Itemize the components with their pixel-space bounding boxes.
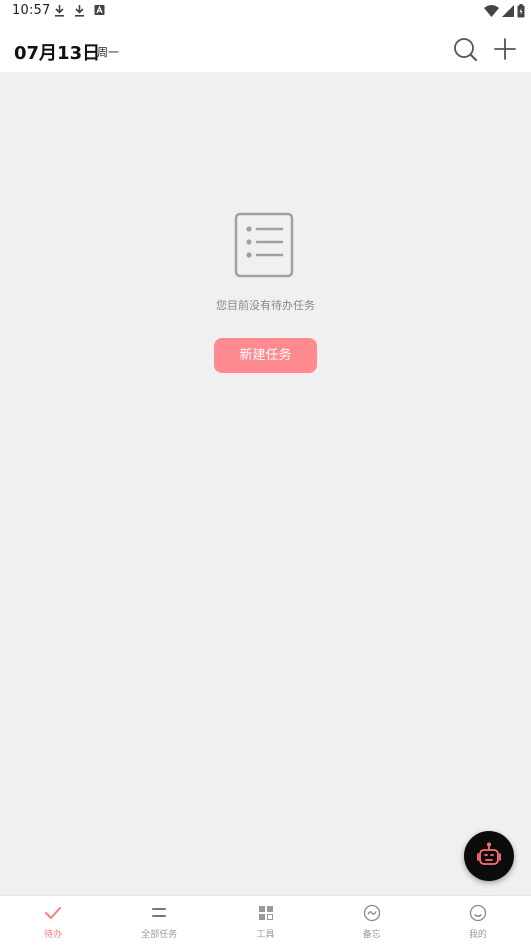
nav-item-memo[interactable]: 备忘 (319, 896, 425, 945)
app-notification-icon (94, 5, 105, 15)
nav-item-tools[interactable]: 工具 (212, 896, 318, 945)
bottom-nav: 待办 全部任务 工具 备忘 我的 (0, 895, 531, 945)
current-date: 07月13日 (14, 43, 101, 64)
status-bar: 10:57 (0, 0, 531, 24)
nav-label: 待办 (44, 930, 63, 940)
nav-label: 工具 (256, 930, 275, 940)
status-time: 10:57 (12, 3, 51, 18)
nav-label: 备忘 (362, 930, 381, 940)
system-icons (484, 4, 525, 18)
new-task-button[interactable]: 新建任务 (214, 338, 317, 373)
nav-label: 我的 (468, 930, 487, 940)
nav-label: 全部任务 (141, 930, 178, 940)
wifi-icon (484, 5, 499, 17)
notification-icons (54, 4, 105, 17)
search-button[interactable] (452, 36, 478, 62)
signal-icon (502, 5, 514, 17)
empty-list-icon (234, 212, 294, 278)
plus-icon (494, 38, 516, 60)
search-icon (454, 38, 477, 61)
task-list-area: 您目前没有待办任务 新建任务 (0, 72, 531, 895)
add-button[interactable] (492, 36, 518, 62)
nav-item-mine[interactable]: 我的 (425, 896, 531, 945)
current-weekday: 周一 (97, 46, 119, 59)
memo-icon (363, 904, 380, 922)
nav-item-all-tasks[interactable]: 全部任务 (106, 896, 212, 945)
robot-icon (477, 842, 501, 865)
grid-icon (258, 906, 273, 920)
app-header: 07月13日 周一 (0, 24, 531, 72)
check-icon (45, 907, 62, 919)
download-icon (55, 5, 64, 17)
download-icon (75, 5, 84, 17)
battery-icon (517, 4, 525, 18)
empty-state-message: 您目前没有待办任务 (216, 299, 315, 312)
assistant-fab[interactable] (464, 831, 514, 881)
smile-icon (469, 904, 487, 922)
nav-item-todo[interactable]: 待办 (0, 896, 106, 945)
list-icon (152, 908, 167, 917)
